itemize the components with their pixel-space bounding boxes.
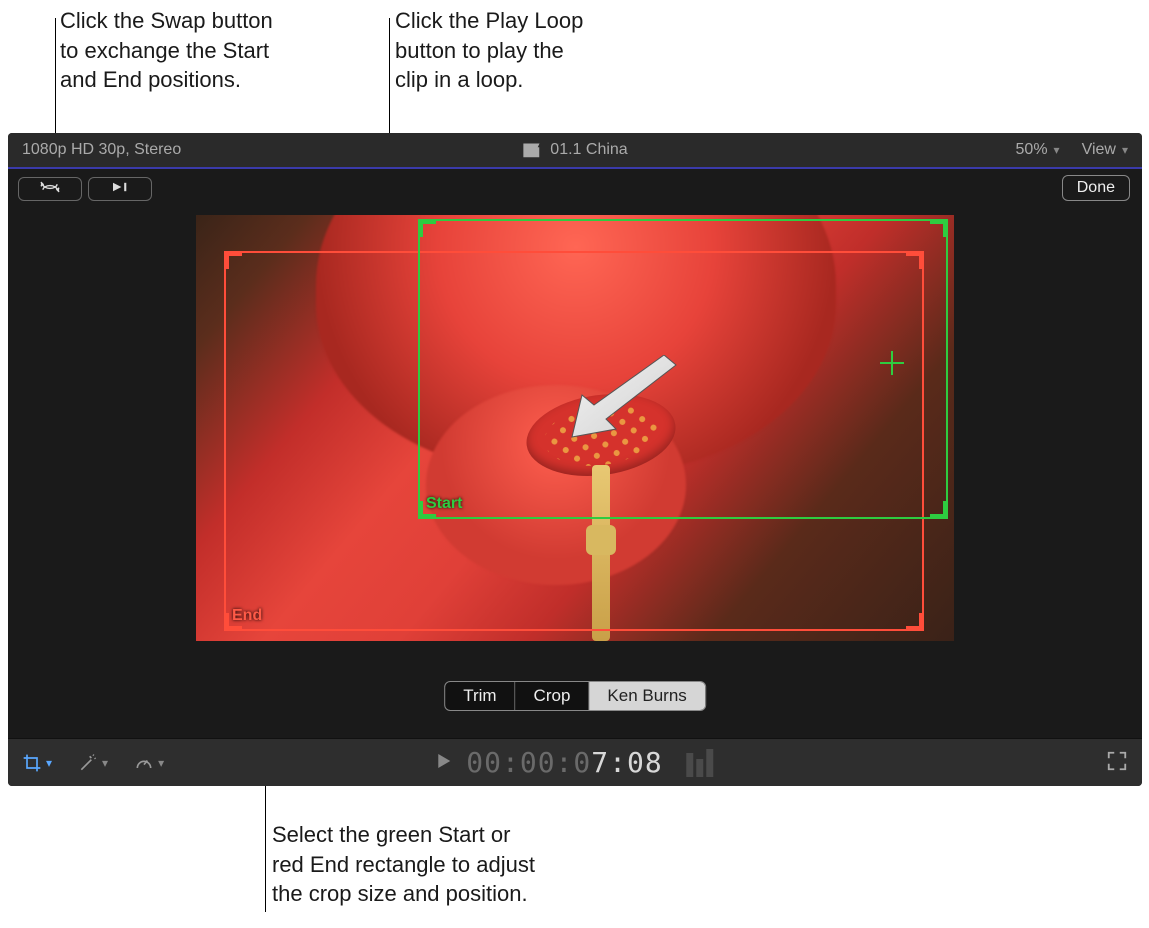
play-button[interactable] bbox=[436, 753, 452, 773]
info-bar: 1080p HD 30p, Stereo 01.1 China 50% ▾ Vi… bbox=[8, 133, 1142, 169]
direction-arrow-icon bbox=[556, 355, 696, 445]
done-button[interactable]: Done bbox=[1062, 175, 1130, 201]
audio-meter bbox=[687, 749, 714, 777]
timecode-value: 7:08 bbox=[591, 746, 662, 779]
magic-wand-icon bbox=[78, 753, 98, 773]
viewer-bottom-bar: ▾ ▾ ▾ bbox=[8, 738, 1142, 786]
segment-trim[interactable]: Trim bbox=[445, 682, 515, 710]
viewer-window: 1080p HD 30p, Stereo 01.1 China 50% ▾ Vi… bbox=[8, 133, 1142, 786]
callout-line bbox=[389, 18, 390, 138]
callout-swap: Click the Swap button to exchange the St… bbox=[60, 6, 360, 95]
segment-kenburns[interactable]: Ken Burns bbox=[589, 682, 704, 710]
swap-icon bbox=[33, 180, 67, 198]
video-frame[interactable]: End Start bbox=[196, 215, 954, 641]
chevron-down-icon: ▾ bbox=[102, 756, 108, 770]
transform-crop-tool[interactable]: ▾ bbox=[22, 753, 52, 773]
chevron-down-icon: ▾ bbox=[1054, 143, 1060, 157]
view-dropdown[interactable]: View ▾ bbox=[1082, 141, 1128, 159]
drag-handle[interactable] bbox=[418, 219, 436, 237]
speedometer-icon bbox=[134, 753, 154, 773]
media-format-label: 1080p HD 30p, Stereo bbox=[22, 141, 181, 159]
crosshair-icon bbox=[880, 351, 904, 375]
retime-tool[interactable]: ▾ bbox=[134, 753, 164, 773]
done-label: Done bbox=[1077, 179, 1115, 197]
clapperboard-icon bbox=[522, 141, 540, 159]
timecode-display[interactable]: 00:00:07:08 bbox=[466, 746, 662, 779]
fullscreen-icon bbox=[1106, 759, 1128, 776]
view-label: View bbox=[1082, 141, 1116, 159]
drag-handle[interactable] bbox=[930, 501, 948, 519]
project-title: 01.1 China bbox=[550, 141, 627, 159]
drag-handle[interactable] bbox=[930, 219, 948, 237]
chevron-down-icon: ▾ bbox=[46, 756, 52, 770]
crop-mode-segmented: Trim Crop Ken Burns bbox=[444, 681, 706, 711]
crop-icon bbox=[22, 753, 42, 773]
swap-button[interactable] bbox=[18, 177, 82, 201]
zoom-value: 50% bbox=[1016, 141, 1048, 159]
play-loop-icon bbox=[103, 180, 137, 198]
fullscreen-button[interactable] bbox=[1106, 750, 1128, 776]
chevron-down-icon: ▾ bbox=[158, 756, 164, 770]
drag-handle[interactable] bbox=[906, 613, 924, 631]
viewer-canvas: End Start Tr bbox=[8, 209, 1142, 733]
onscreen-toolbar: Done bbox=[8, 169, 1142, 209]
callout-playloop: Click the Play Loop button to play the c… bbox=[395, 6, 675, 95]
play-loop-button[interactable] bbox=[88, 177, 152, 201]
segment-crop[interactable]: Crop bbox=[516, 682, 590, 710]
chevron-down-icon: ▾ bbox=[1122, 143, 1128, 157]
zoom-dropdown[interactable]: 50% ▾ bbox=[1016, 141, 1060, 159]
timecode-prefix: 00:00:0 bbox=[466, 746, 591, 779]
callout-select-rect: Select the green Start or red End rectan… bbox=[272, 820, 612, 909]
drag-handle[interactable] bbox=[224, 251, 242, 269]
start-label: Start bbox=[426, 495, 462, 513]
enhance-tool[interactable]: ▾ bbox=[78, 753, 108, 773]
end-label: End bbox=[232, 607, 262, 625]
play-icon bbox=[436, 755, 452, 773]
